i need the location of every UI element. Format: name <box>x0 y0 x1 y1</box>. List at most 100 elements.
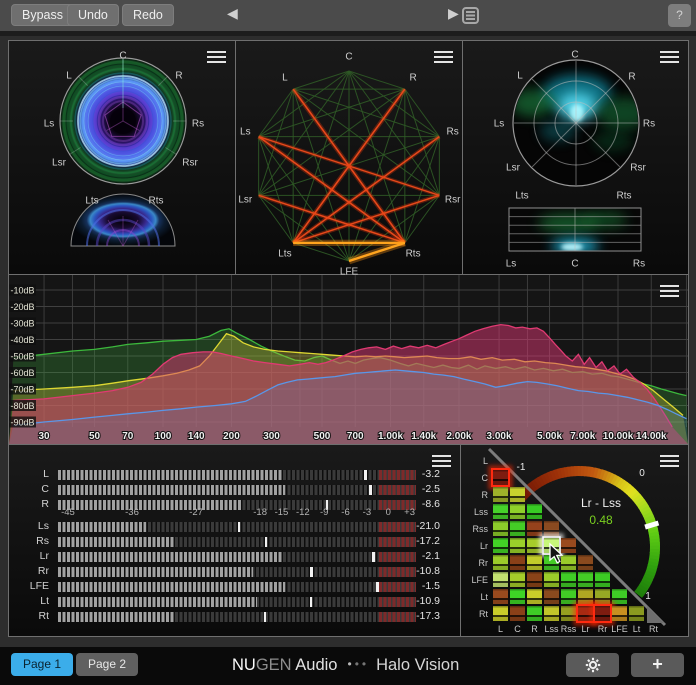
spectrum-x-label: 70 <box>122 431 134 442</box>
spectrum-y-label: -80dB <box>11 401 35 411</box>
page-2-tab[interactable]: Page 2 <box>76 653 138 676</box>
help-button[interactable]: ? <box>668 4 691 27</box>
meter-scale-tick: -15 <box>275 507 289 518</box>
radar-label-lsr: Lsr <box>506 163 520 174</box>
radar-panel-menu-icon[interactable] <box>660 51 679 53</box>
page-1-tab[interactable]: Page 1 <box>11 653 73 676</box>
spectrum-x-label: 30 <box>38 431 50 442</box>
gauge-pair-title: Lr - Lss <box>581 496 621 510</box>
meter-scale-tick: -45 <box>61 507 75 518</box>
meter-value: -1.5 <box>384 580 440 592</box>
meter-peak-indicator <box>369 485 372 495</box>
spectrum-analyzer-panel: -10dB-20dB-30dB-40dB-50dB-60dB-70dB-80dB… <box>8 274 689 445</box>
meter-row-rs: Rs-17.2 <box>9 537 460 547</box>
halo-meter-panel: CLRLsRsLsrRsrLtsRts <box>8 40 236 275</box>
meter-scale-tick: -3 <box>363 507 371 518</box>
meters-panel-menu-icon[interactable] <box>432 455 451 457</box>
radar-strip-label-lts: Lts <box>515 191 528 202</box>
spectrum-x-label: 140 <box>188 431 205 442</box>
redo-button[interactable]: Redo <box>122 4 174 26</box>
correlation-matrix-visual: -101Lr - Lss0.48LCRLssRssLrRrLFELtRtLCRL… <box>461 445 688 636</box>
matrix-row-label-rss: Rss <box>473 524 489 534</box>
play-icon[interactable]: ▶ <box>448 5 459 22</box>
meter-bar <box>58 552 416 562</box>
matrix-row-label-rt: Rt <box>479 609 488 619</box>
meter-rows: L-3.2C-2.5R-8.6Ls-21.0Rs-17.2Lr-2.1Rr-10… <box>9 445 460 636</box>
brand-dot: • <box>362 657 366 671</box>
spectrum-x-label: 700 <box>347 431 364 442</box>
matrix-col-label-rr: Rr <box>598 624 608 634</box>
meter-value: -2.5 <box>384 483 440 495</box>
matrix-col-label-lt: Lt <box>633 624 641 634</box>
halo-panel-menu-icon[interactable] <box>207 51 226 53</box>
meter-scale-tick: -9 <box>320 507 328 518</box>
spectrum-x-label: 100 <box>155 431 172 442</box>
matrix-row-label-rr: Rr <box>479 558 489 568</box>
matrix-row-label-lt: Lt <box>480 592 488 602</box>
spectrum-y-label: -30dB <box>11 319 35 329</box>
playlist-icon[interactable] <box>462 7 479 24</box>
spectrum-x-label: 2.00k <box>446 431 471 442</box>
halo-vision-app: { "toolbar": {"bypass":"Bypass","undo":"… <box>0 0 696 685</box>
web-node-label-l: L <box>282 72 288 83</box>
spectrum-y-label: -60dB <box>11 368 35 378</box>
meter-scale-tick: -36 <box>125 507 139 518</box>
gauge-value: 0.48 <box>589 513 613 527</box>
undo-button[interactable]: Undo <box>67 4 119 26</box>
matrix-col-label-rss: Rss <box>561 624 577 634</box>
add-panel-button[interactable]: + <box>631 653 684 677</box>
matrix-col-label-r: R <box>531 624 538 634</box>
web-node-label-lfe: LFE <box>340 267 358 278</box>
brand-audio: Audio <box>292 656 338 674</box>
matrix-row-label-r: R <box>482 490 489 500</box>
meter-channel-label: Ls <box>9 520 49 532</box>
gauge-max-label: 1 <box>645 591 651 602</box>
halo-meter-visual <box>9 41 235 274</box>
meter-row-lt: Lt-10.9 <box>9 597 460 607</box>
halo-label-l: L <box>66 71 72 82</box>
radar-strip-label-ls: Ls <box>506 259 517 270</box>
web-node-label-rsr: Rsr <box>445 194 461 205</box>
correlation-matrix-panel: -101Lr - Lss0.48LCRLssRssLrRrLFELtRtLCRL… <box>460 444 689 637</box>
radar-strip-label-rts: Rts <box>617 191 632 202</box>
meter-row-rt: Rt-17.3 <box>9 612 460 622</box>
brand-nu: NU <box>232 656 256 674</box>
location-radar-panel: CLRLsRsLsrRsrLtsRtsLsCRs <box>462 40 689 275</box>
product-name: Halo Vision <box>376 656 459 674</box>
radar-label-l: L <box>517 71 523 82</box>
radar-label-ls: Ls <box>494 119 505 130</box>
settings-button[interactable] <box>566 653 619 677</box>
meter-value: -3.2 <box>384 468 440 480</box>
spectrum-y-label: -50dB <box>11 352 35 362</box>
meter-value: -21.0 <box>384 520 440 532</box>
radar-label-rs: Rs <box>643 119 655 130</box>
matrix-row-label-c: C <box>482 473 489 483</box>
meter-bar <box>58 485 416 495</box>
previous-icon[interactable]: ◀ <box>227 5 238 22</box>
spectrum-y-label: -10dB <box>11 286 35 296</box>
meter-peak-indicator <box>364 470 367 480</box>
matrix-col-label-rt: Rt <box>649 624 658 634</box>
web-node-label-lts: Lts <box>278 249 291 260</box>
meter-bar <box>58 567 416 577</box>
bypass-button[interactable]: Bypass <box>11 4 74 26</box>
meter-value: -2.1 <box>384 550 440 562</box>
meter-scale-tick: -27 <box>189 507 203 518</box>
web-node-label-lsr: Lsr <box>238 194 252 205</box>
matrix-col-label-lr: Lr <box>581 624 589 634</box>
spectrum-panel-menu-icon[interactable] <box>660 285 679 287</box>
gauge-zero-label: 0 <box>639 468 645 479</box>
bottom-bar: Page 1 Page 2 NUGEN Audio•••Halo Vision … <box>0 647 696 685</box>
web-panel-menu-icon[interactable] <box>434 51 453 53</box>
matrix-panel-menu-icon[interactable] <box>660 455 679 457</box>
spectrum-x-label: 7.00k <box>570 431 595 442</box>
meter-row-rr: Rr-10.8 <box>9 567 460 577</box>
meter-row-l: L-3.2 <box>9 470 460 480</box>
meter-peak-indicator <box>376 582 379 592</box>
meter-value: -10.8 <box>384 565 440 577</box>
meter-scale-tick: -6 <box>341 507 349 518</box>
spectrum-x-label: 300 <box>263 431 280 442</box>
halo-label-rsr: Rsr <box>182 158 198 169</box>
spectrum-y-label: -20dB <box>11 302 35 312</box>
matrix-col-label-c: C <box>514 624 521 634</box>
